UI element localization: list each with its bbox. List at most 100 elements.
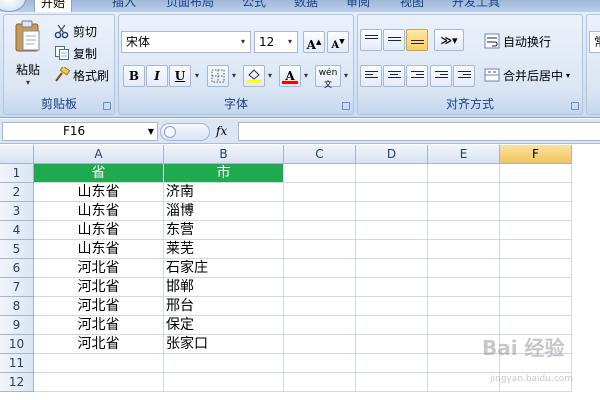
cell-a11[interactable] bbox=[34, 354, 164, 373]
cell-f8[interactable] bbox=[500, 297, 572, 316]
tab-view[interactable]: 视图 bbox=[394, 0, 430, 12]
cell-c3[interactable] bbox=[284, 202, 356, 221]
cell-d6[interactable] bbox=[356, 259, 428, 278]
cell-e5[interactable] bbox=[428, 240, 500, 259]
cell-d1[interactable] bbox=[356, 164, 428, 183]
cell-b1[interactable]: 市 bbox=[164, 164, 284, 183]
cell-d7[interactable] bbox=[356, 278, 428, 297]
office-button[interactable] bbox=[0, 0, 26, 12]
cell-a10[interactable]: 河北省 bbox=[34, 335, 164, 354]
formula-input[interactable] bbox=[238, 122, 600, 141]
cell-c12[interactable] bbox=[284, 373, 356, 392]
cell-a2[interactable]: 山东省 bbox=[34, 183, 164, 202]
cell-a7[interactable]: 河北省 bbox=[34, 278, 164, 297]
format-painter-button[interactable]: 格式刷 bbox=[54, 65, 109, 85]
formula-bar-splitter[interactable] bbox=[160, 123, 210, 141]
row-header-11[interactable]: 11 bbox=[0, 354, 34, 373]
cell-b12[interactable] bbox=[164, 373, 284, 392]
row-header-1[interactable]: 1 bbox=[0, 164, 34, 183]
name-box[interactable]: F16 bbox=[2, 122, 158, 141]
row-header-8[interactable]: 8 bbox=[0, 297, 34, 316]
cell-d10[interactable] bbox=[356, 335, 428, 354]
cell-e3[interactable] bbox=[428, 202, 500, 221]
row-header-3[interactable]: 3 bbox=[0, 202, 34, 221]
font-color-dropdown-icon[interactable]: ▾ bbox=[301, 65, 311, 87]
font-dialog-launcher[interactable] bbox=[342, 102, 350, 110]
grow-font-button[interactable]: A▲ bbox=[303, 31, 325, 53]
row-header-7[interactable]: 7 bbox=[0, 278, 34, 297]
cell-c7[interactable] bbox=[284, 278, 356, 297]
cell-b8[interactable]: 邢台 bbox=[164, 297, 284, 316]
cell-d12[interactable] bbox=[356, 373, 428, 392]
cell-f2[interactable] bbox=[500, 183, 572, 202]
fill-color-button[interactable] bbox=[243, 65, 265, 87]
cell-f5[interactable] bbox=[500, 240, 572, 259]
align-center-button[interactable] bbox=[383, 65, 405, 87]
cell-e7[interactable] bbox=[428, 278, 500, 297]
column-header-c[interactable]: C bbox=[284, 145, 356, 164]
orientation-button[interactable]: ≫▾ bbox=[434, 29, 464, 51]
cell-a9[interactable]: 河北省 bbox=[34, 316, 164, 335]
cell-c4[interactable] bbox=[284, 221, 356, 240]
cell-d3[interactable] bbox=[356, 202, 428, 221]
phonetic-guide-button[interactable]: wén 文 bbox=[315, 65, 341, 89]
cell-b6[interactable]: 石家庄 bbox=[164, 259, 284, 278]
tab-data[interactable]: 数据 bbox=[288, 0, 324, 12]
cell-b4[interactable]: 东营 bbox=[164, 221, 284, 240]
cell-c5[interactable] bbox=[284, 240, 356, 259]
cell-a3[interactable]: 山东省 bbox=[34, 202, 164, 221]
tab-page-layout[interactable]: 页面布局 bbox=[160, 0, 220, 12]
tab-insert[interactable]: 插入 bbox=[106, 0, 142, 12]
align-bottom-button[interactable] bbox=[406, 29, 428, 51]
cell-a4[interactable]: 山东省 bbox=[34, 221, 164, 240]
cell-a6[interactable]: 河北省 bbox=[34, 259, 164, 278]
copy-button[interactable]: 复制 bbox=[54, 43, 97, 63]
column-header-f[interactable]: F bbox=[500, 145, 572, 164]
align-middle-button[interactable] bbox=[383, 29, 405, 51]
cell-a12[interactable] bbox=[34, 373, 164, 392]
row-header-5[interactable]: 5 bbox=[0, 240, 34, 259]
cell-f7[interactable] bbox=[500, 278, 572, 297]
column-header-b[interactable]: B bbox=[164, 145, 284, 164]
cell-d5[interactable] bbox=[356, 240, 428, 259]
align-left-button[interactable] bbox=[360, 65, 382, 87]
cell-e4[interactable] bbox=[428, 221, 500, 240]
cell-e2[interactable] bbox=[428, 183, 500, 202]
paste-button[interactable]: 粘贴 ▾ bbox=[8, 19, 48, 95]
cell-d9[interactable] bbox=[356, 316, 428, 335]
cell-a8[interactable]: 河北省 bbox=[34, 297, 164, 316]
font-name-combobox[interactable]: 宋体 ▾ bbox=[121, 31, 251, 53]
row-header-2[interactable]: 2 bbox=[0, 183, 34, 202]
font-name-dropdown-icon[interactable]: ▾ bbox=[238, 32, 248, 52]
row-header-6[interactable]: 6 bbox=[0, 259, 34, 278]
clipboard-dialog-launcher[interactable] bbox=[103, 102, 111, 110]
font-size-dropdown-icon[interactable]: ▾ bbox=[285, 32, 295, 52]
cell-b2[interactable]: 济南 bbox=[164, 183, 284, 202]
phonetic-dropdown-icon[interactable]: ▾ bbox=[341, 65, 351, 87]
row-header-10[interactable]: 10 bbox=[0, 335, 34, 354]
cell-c8[interactable] bbox=[284, 297, 356, 316]
decrease-indent-button[interactable] bbox=[430, 65, 452, 87]
underline-button[interactable]: U bbox=[169, 65, 191, 87]
align-right-button[interactable] bbox=[406, 65, 428, 87]
cell-a5[interactable]: 山东省 bbox=[34, 240, 164, 259]
cell-d11[interactable] bbox=[356, 354, 428, 373]
borders-button[interactable] bbox=[207, 65, 229, 87]
number-format-combobox[interactable]: 常 bbox=[589, 31, 600, 53]
select-all-corner[interactable] bbox=[0, 145, 34, 164]
merge-center-dropdown-icon[interactable]: ▾ bbox=[566, 71, 570, 80]
cell-c6[interactable] bbox=[284, 259, 356, 278]
increase-indent-button[interactable] bbox=[453, 65, 475, 87]
cell-e1[interactable] bbox=[428, 164, 500, 183]
cell-b9[interactable]: 保定 bbox=[164, 316, 284, 335]
column-header-a[interactable]: A bbox=[34, 145, 164, 164]
cell-e6[interactable] bbox=[428, 259, 500, 278]
font-color-button[interactable]: A bbox=[279, 65, 301, 87]
shrink-font-button[interactable]: A▼ bbox=[327, 31, 349, 53]
cell-f6[interactable] bbox=[500, 259, 572, 278]
insert-function-button[interactable]: fx bbox=[216, 122, 236, 141]
bold-button[interactable]: B bbox=[123, 65, 145, 87]
underline-dropdown-icon[interactable]: ▾ bbox=[192, 65, 202, 87]
name-box-dropdown-icon[interactable]: ▼ bbox=[145, 122, 157, 141]
tab-developer[interactable]: 开发工具 bbox=[446, 0, 506, 12]
